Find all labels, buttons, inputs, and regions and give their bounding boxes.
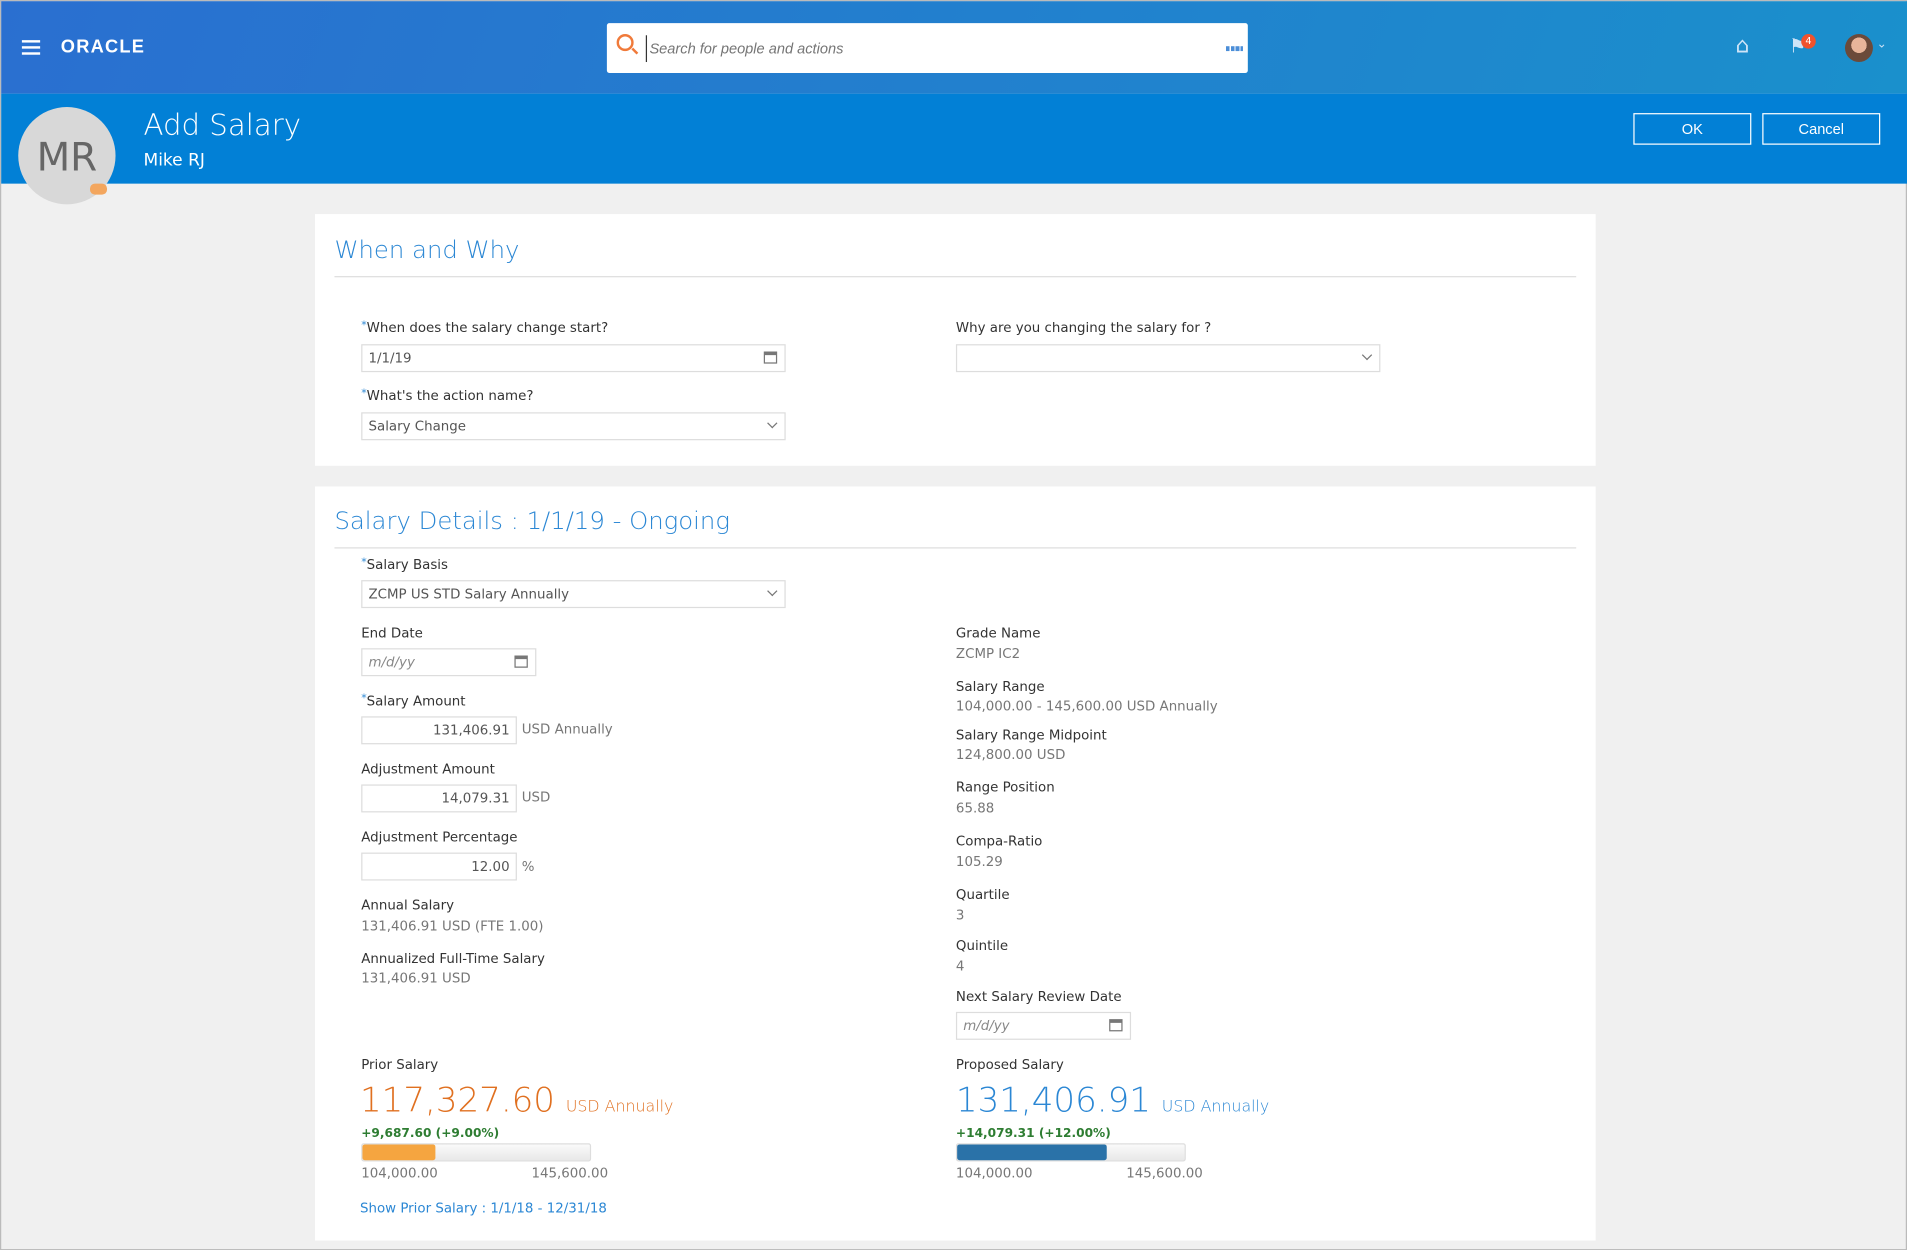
calendar-icon[interactable] [763,351,778,364]
amount: 131,406.91 [955,1079,1151,1121]
person-name: Mike RJ [143,150,205,171]
page-title: Add Salary [143,108,301,143]
proposed-range-bar [955,1143,1186,1162]
page: ORACLE ⌂ ⚑ 4 ⌄ MR Add Salary Mike RJ OK … [0,0,1907,1250]
fulltime-value: 131,406.91 USD [361,970,471,987]
percentage-unit: % [521,858,535,875]
midpoint-label: Salary Range Midpoint [955,727,1107,744]
annual-value: 131,406.91 USD (FTE 1.00) [361,918,544,935]
field-value: 1/1/19 [368,350,412,367]
prior-label: Prior Salary [361,1056,439,1073]
chevron-down-icon [767,585,778,597]
range-label: Salary Range [955,678,1045,695]
field-value: Salary Change [368,418,467,435]
cancel-button[interactable]: Cancel [1762,113,1881,145]
placeholder: m/d/yy [963,1017,1010,1034]
calendar-icon[interactable] [514,655,528,668]
proposed-amount: 131,406.91 USD Annually [956,1080,1269,1120]
action-select[interactable]: Salary Change [361,412,786,441]
proposed-min: 104,000.00 [955,1165,1033,1181]
proposed-delta: +14,079.31 (+12.00%) [955,1127,1111,1141]
end-date-input[interactable]: m/d/yy [361,648,537,677]
quartile-label: Quartile [955,886,1010,903]
proposed-max: 145,600.00 [1126,1165,1203,1181]
adjustment-unit: USD [521,789,551,806]
calendar-icon[interactable] [1109,1019,1123,1032]
top-bar: ORACLE ⌂ ⚑ 4 ⌄ [1,1,1907,94]
user-avatar[interactable] [1844,34,1873,63]
more-icon[interactable] [1225,46,1243,52]
label-text: Salary Amount [366,693,466,710]
notification-badge: 4 [1801,34,1816,49]
unit: USD Annually [1161,1098,1270,1117]
adjustment-percentage-input[interactable]: 12.00 [361,852,517,881]
annual-label: Annual Salary [361,897,455,914]
adjustment-label: Adjustment Amount [361,761,495,778]
grade-value: ZCMP IC2 [955,645,1021,662]
midpoint-value: 124,800.00 USD [955,746,1066,763]
adjustment-amount-input[interactable]: 14,079.31 [361,784,517,813]
quartile-value: 3 [955,907,965,924]
home-icon[interactable]: ⌂ [1736,33,1750,59]
start-date-input[interactable]: 1/1/19 [361,344,786,373]
compa-value: 105.29 [955,853,1003,870]
end-date-label: End Date [361,625,423,641]
basis-label: *Salary Basis [361,557,448,573]
label-text: Salary Basis [366,557,448,573]
amount: 117,327.60 [359,1079,555,1121]
quintile-value: 4 [955,958,965,975]
prior-range-fill [362,1144,436,1161]
salary-details-section: Salary Details : 1/1/19 - Ongoing *Salar… [314,486,1596,1241]
salary-amount-input[interactable]: 131,406.91 [361,716,517,745]
search-input[interactable] [645,35,1206,63]
amount-label: *Salary Amount [361,693,466,710]
reason-select[interactable] [955,344,1381,373]
label-text: What's the action name? [366,387,534,404]
section-title: When and Why [334,234,520,264]
percentage-label: Adjustment Percentage [361,829,518,846]
when-why-section: When and Why *When does the salary chang… [314,214,1596,466]
quintile-label: Quintile [955,937,1009,954]
section-title: Salary Details : 1/1/19 - Ongoing [334,505,730,536]
ok-button[interactable]: OK [1633,113,1752,145]
field-value: ZCMP US STD Salary Annually [368,586,570,603]
compa-label: Compa-Ratio [955,833,1043,849]
review-date-input[interactable]: m/d/yy [955,1011,1132,1040]
grade-label: Grade Name [955,625,1041,641]
search-box[interactable] [606,23,1248,73]
chevron-down-icon [1361,349,1373,361]
amount-unit: USD Annually [521,721,613,738]
more-icon[interactable] [89,183,108,195]
proposed-range-fill [957,1144,1107,1161]
action-label: *What's the action name? [361,387,534,404]
oracle-logo[interactable]: ORACLE [61,36,145,57]
position-value: 65.88 [955,800,995,817]
divider [334,276,1577,278]
position-label: Range Position [955,779,1055,796]
menu-icon[interactable] [21,40,41,55]
proposed-label: Proposed Salary [955,1056,1064,1073]
prior-min: 104,000.00 [361,1165,438,1181]
label-text: When does the salary change start? [366,319,609,336]
reason-label: Why are you changing the salary for ? [955,319,1212,336]
prior-max: 145,600.00 [531,1165,609,1181]
salary-basis-select[interactable]: ZCMP US STD Salary Annually [361,580,786,609]
prior-range-bar [361,1143,592,1162]
search-icon [616,34,634,52]
divider [334,547,1577,549]
prior-amount: 117,327.60 USD Annually [360,1080,673,1120]
chevron-down-icon [767,418,778,429]
review-label: Next Salary Review Date [955,988,1122,1005]
fulltime-label: Annualized Full-Time Salary [361,951,545,967]
prior-delta: +9,687.60 (+9.00%) [361,1127,500,1141]
show-prior-salary-link[interactable]: Show Prior Salary : 1/1/18 - 12/31/18 [360,1200,607,1216]
chevron-down-icon[interactable]: ⌄ [1877,38,1887,51]
unit: USD Annually [565,1098,674,1117]
start-label: *When does the salary change start? [361,319,609,336]
range-value: 104,000.00 - 145,600.00 USD Annually [955,698,1218,714]
placeholder: m/d/yy [368,654,415,671]
